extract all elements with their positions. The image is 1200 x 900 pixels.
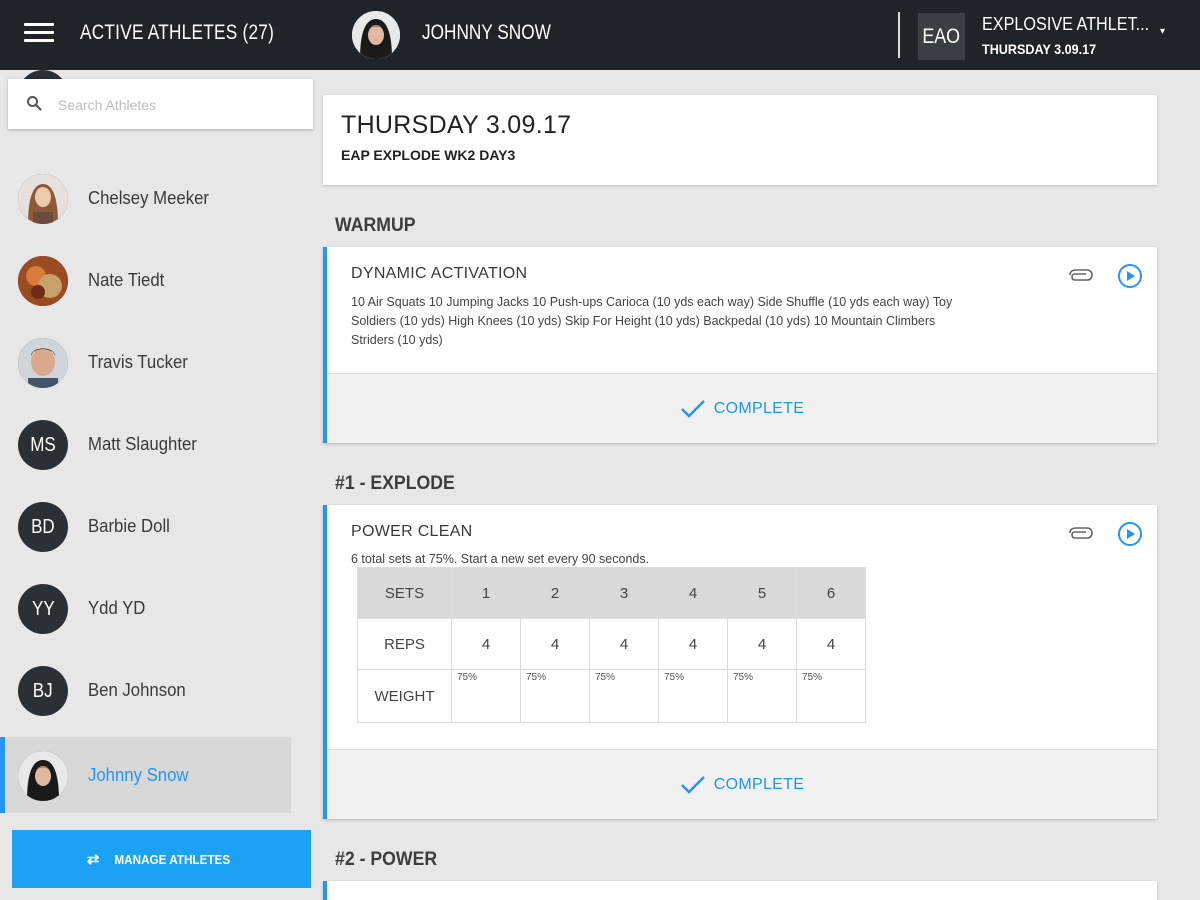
athlete-name: Johnny Snow: [88, 765, 189, 785]
search-box: [8, 79, 313, 129]
athlete-item-selected[interactable]: Johnny Snow: [0, 737, 291, 813]
reps-cell[interactable]: 4: [658, 618, 728, 670]
row-label-reps: REPS: [357, 618, 452, 670]
section-title-explode: #1 - EXPLODE: [335, 473, 455, 494]
exercise-name: POWER CLEAN: [351, 523, 473, 540]
weight-percent: 75%: [733, 672, 754, 683]
day-header-card: THURSDAY 3.09.17 EAP EXPLODE WK2 DAY3: [323, 95, 1157, 185]
org-badge[interactable]: EAO: [918, 13, 965, 60]
org-badge-label: EAO: [922, 24, 961, 48]
athlete-initials-avatar: MS: [18, 420, 68, 470]
complete-label: COMPLETE: [713, 399, 805, 417]
org-date: THURSDAY 3.09.17: [982, 41, 1097, 57]
weight-cell[interactable]: 75%: [796, 669, 866, 723]
athlete-photo-avatar: [18, 751, 68, 801]
weight-percent: 75%: [802, 672, 823, 683]
paperclip-icon[interactable]: [1066, 525, 1094, 541]
reps-row: REPS 4 4 4 4 4 4: [357, 618, 866, 670]
athlete-photo-avatar: [18, 256, 68, 306]
weight-percent: 75%: [457, 672, 478, 683]
exercise-card-next: [323, 881, 1157, 900]
athlete-item[interactable]: BD Barbie Doll: [0, 488, 291, 564]
active-athletes-title: ACTIVE ATHLETES (27): [80, 21, 275, 44]
row-label-sets: SETS: [357, 567, 452, 619]
weight-percent: 75%: [526, 672, 547, 683]
weight-percent: 75%: [664, 672, 685, 683]
org-name[interactable]: EXPLOSIVE ATHLET...: [982, 14, 1149, 35]
row-label-weight: WEIGHT: [357, 669, 452, 723]
current-user-avatar[interactable]: [352, 11, 400, 59]
workout-main: THURSDAY 3.09.17 EAP EXPLODE WK2 DAY3 WA…: [320, 70, 1200, 900]
complete-button[interactable]: COMPLETE: [327, 749, 1157, 819]
play-video-icon[interactable]: [1117, 263, 1143, 289]
weight-cell[interactable]: 75%: [520, 669, 590, 723]
search-athletes-input[interactable]: [58, 94, 298, 116]
checkmark-icon: [680, 399, 705, 418]
play-video-icon[interactable]: [1117, 521, 1143, 547]
weight-cell[interactable]: 75%: [451, 669, 521, 723]
complete-label: COMPLETE: [713, 775, 805, 793]
set-number: 6: [796, 567, 866, 619]
athlete-item[interactable]: MS Matt Slaughter: [0, 406, 291, 482]
user-photo-icon: [352, 11, 400, 59]
topbar-divider: [898, 12, 900, 58]
paperclip-icon[interactable]: [1066, 267, 1094, 283]
set-number: 5: [727, 567, 797, 619]
athlete-item[interactable]: BJ Ben Johnson: [0, 652, 291, 728]
athlete-photo-avatar: [18, 174, 68, 224]
athlete-name: Ydd YD: [88, 598, 146, 618]
manage-athletes-label: MANAGE ATHLETES: [113, 851, 230, 867]
exercise-card-power-clean: POWER CLEAN 6 total sets at 75%. Start a…: [323, 505, 1157, 819]
athlete-item[interactable]: Nate Tiedt: [0, 242, 291, 318]
athlete-initials-avatar: BJ: [18, 666, 68, 716]
athlete-item[interactable]: Travis Tucker: [0, 324, 291, 400]
athlete-item[interactable]: YY Ydd YD: [0, 570, 291, 646]
sets-table: SETS 1 2 3 4 5 6 REPS 4 4 4 4 4 4 WEIGHT…: [357, 567, 866, 723]
athlete-name: Chelsey Meeker: [88, 188, 209, 208]
athlete-initials-avatar: BD: [18, 502, 68, 552]
reps-cell[interactable]: 4: [727, 618, 797, 670]
athlete-initials-avatar: YY: [18, 584, 68, 634]
exercise-card-dynamic-activation: DYNAMIC ACTIVATION 10 Air Squats 10 Jump…: [323, 247, 1157, 443]
weight-row: WEIGHT 75% 75% 75% 75% 75% 75%: [357, 669, 866, 723]
set-number: 1: [451, 567, 521, 619]
exercise-description: 10 Air Squats 10 Jumping Jacks 10 Push-u…: [351, 295, 953, 347]
weight-cell[interactable]: 75%: [658, 669, 728, 723]
section-title-power: #2 - POWER: [335, 849, 438, 870]
set-number: 2: [520, 567, 590, 619]
top-bar: ACTIVE ATHLETES (27) JOHNNY SNOW EAO EXP…: [0, 0, 1200, 70]
checkmark-icon: [680, 775, 705, 794]
weight-cell[interactable]: 75%: [589, 669, 659, 723]
org-dropdown-icon[interactable]: ▾: [1160, 26, 1165, 37]
day-title: THURSDAY 3.09.17: [341, 111, 572, 139]
athlete-name: Travis Tucker: [88, 352, 188, 372]
weight-cell[interactable]: 75%: [727, 669, 797, 723]
swap-arrows-icon: ⇄: [86, 851, 100, 868]
athlete-item[interactable]: Chelsey Meeker: [0, 160, 291, 236]
set-number: 3: [589, 567, 659, 619]
reps-cell[interactable]: 4: [451, 618, 521, 670]
athlete-name: Matt Slaughter: [88, 434, 197, 454]
search-icon: [27, 96, 42, 111]
current-user-name[interactable]: JOHNNY SNOW: [422, 21, 551, 45]
weight-percent: 75%: [595, 672, 616, 683]
set-number: 4: [658, 567, 728, 619]
athlete-photo-avatar: [18, 338, 68, 388]
section-title-warmup: WARMUP: [335, 215, 416, 236]
exercise-name: DYNAMIC ACTIVATION: [351, 265, 528, 282]
sets-row: SETS 1 2 3 4 5 6: [357, 567, 866, 619]
reps-cell[interactable]: 4: [796, 618, 866, 670]
program-name: EAP EXPLODE WK2 DAY3: [341, 147, 516, 163]
athlete-name: Ben Johnson: [88, 680, 186, 700]
reps-cell[interactable]: 4: [589, 618, 659, 670]
manage-athletes-button[interactable]: ⇄ MANAGE ATHLETES: [12, 830, 311, 888]
hamburger-menu-icon[interactable]: [24, 23, 54, 47]
complete-button[interactable]: COMPLETE: [327, 373, 1157, 443]
athlete-name: Nate Tiedt: [88, 270, 165, 290]
athlete-name: Barbie Doll: [88, 516, 170, 536]
reps-cell[interactable]: 4: [520, 618, 590, 670]
athlete-sidebar: Chelsey Meeker Nate Tiedt Travis Tucker …: [0, 70, 320, 900]
